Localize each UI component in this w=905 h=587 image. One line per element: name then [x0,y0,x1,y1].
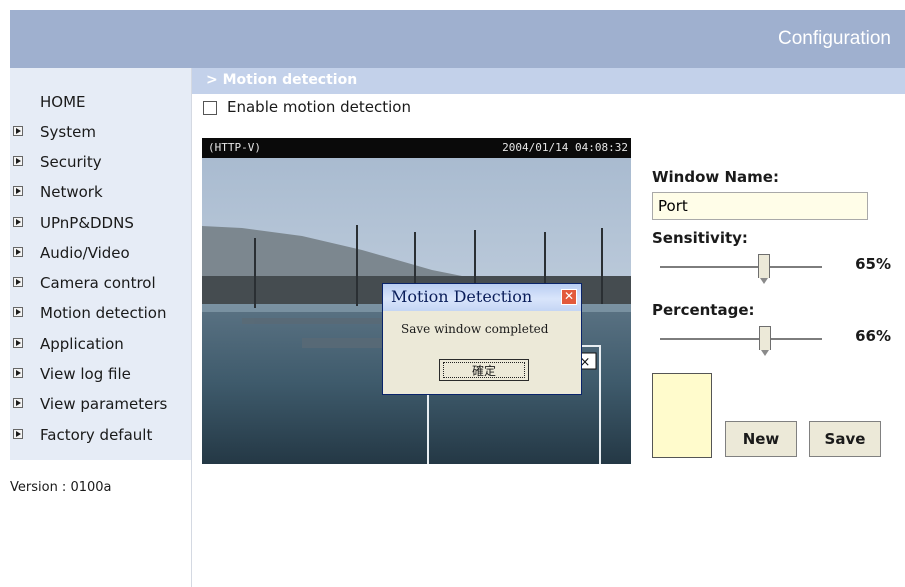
dialog-title: Motion Detection [391,287,533,306]
window-name-label: Window Name: [652,168,779,186]
close-icon[interactable]: ✕ [561,289,577,305]
sidebar-item-system[interactable]: System [10,119,191,145]
dialog-titlebar[interactable]: Motion Detection ✕ [383,284,581,311]
arrow-right-box-icon [13,338,23,348]
sidebar-item-label: Network [40,183,103,201]
ok-button-label: 確定 [443,362,525,378]
sidebar-item-label: Motion detection [40,304,167,322]
arrow-right-box-icon [13,398,23,408]
sidebar-item-label: View log file [40,365,131,383]
sidebar-item-security[interactable]: Security [10,149,191,175]
sidebar-divider [191,68,192,587]
dialog-message: Save window completed [401,322,549,336]
slider-thumb[interactable] [758,254,770,284]
header-bar: Configuration [10,10,905,68]
arrow-right-box-icon [13,217,23,227]
percentage-value: 66% [855,327,891,345]
sidebar-item-network[interactable]: Network [10,179,191,205]
video-source-label: (HTTP-V) [208,141,261,154]
sidebar-item-label: Audio/Video [40,244,130,262]
enable-motion-checkbox[interactable] [203,101,217,115]
arrow-right-box-icon [13,307,23,317]
arrow-right-box-icon [13,126,23,136]
window-color-swatch[interactable] [652,373,712,458]
sensitivity-label: Sensitivity: [652,229,748,247]
sidebar-item-upnp-ddns[interactable]: UPnP&DDNS [10,210,191,236]
section-title: > Motion detection [206,72,358,88]
percentage-slider[interactable] [660,326,822,356]
save-button[interactable]: Save [809,421,881,457]
window-name-input[interactable] [652,192,868,220]
sensitivity-slider[interactable] [660,254,822,284]
arrow-right-box-icon [13,186,23,196]
sidebar-item-motion-detection[interactable]: Motion detection [10,300,191,326]
sensitivity-value: 65% [855,255,891,273]
arrow-right-box-icon [13,247,23,257]
new-button[interactable]: New [725,421,797,457]
version-text: Version : 0100a [10,480,112,495]
slider-track [660,266,822,269]
slider-thumb[interactable] [759,326,771,356]
video-overlay-bar: (HTTP-V) 2004/01/14 04:08:32 [202,138,631,158]
arrow-right-box-icon [13,429,23,439]
video-timestamp: 2004/01/14 04:08:32 [502,141,628,154]
enable-motion-label: Enable motion detection [227,98,411,116]
sidebar: HOME System Security Network UPnP&DDNS A… [10,68,191,460]
sidebar-item-camera-control[interactable]: Camera control [10,270,191,296]
sidebar-item-view-parameters[interactable]: View parameters [10,391,191,417]
header-title: Configuration [777,28,891,49]
arrow-right-box-icon [13,156,23,166]
percentage-label: Percentage: [652,301,755,319]
slider-track [660,338,822,341]
sidebar-item-audio-video[interactable]: Audio/Video [10,240,191,266]
sidebar-item-label: Factory default [40,426,153,444]
sidebar-item-label: View parameters [40,395,168,413]
ok-button[interactable]: 確定 [439,359,529,381]
arrow-right-box-icon [13,277,23,287]
sidebar-item-label: HOME [40,93,86,111]
sidebar-item-home[interactable]: HOME [10,89,191,115]
sidebar-item-view-log-file[interactable]: View log file [10,361,191,387]
save-confirmation-dialog: Motion Detection ✕ Save window completed… [382,283,582,395]
sidebar-item-label: Camera control [40,274,156,292]
sidebar-item-label: Security [40,153,102,171]
arrow-right-box-icon [13,368,23,378]
sidebar-item-label: UPnP&DDNS [40,214,134,232]
sidebar-item-label: System [40,123,96,141]
sidebar-item-factory-default[interactable]: Factory default [10,422,191,448]
section-header: > Motion detection [192,68,905,94]
sidebar-item-label: Application [40,335,124,353]
sidebar-item-application[interactable]: Application [10,331,191,357]
